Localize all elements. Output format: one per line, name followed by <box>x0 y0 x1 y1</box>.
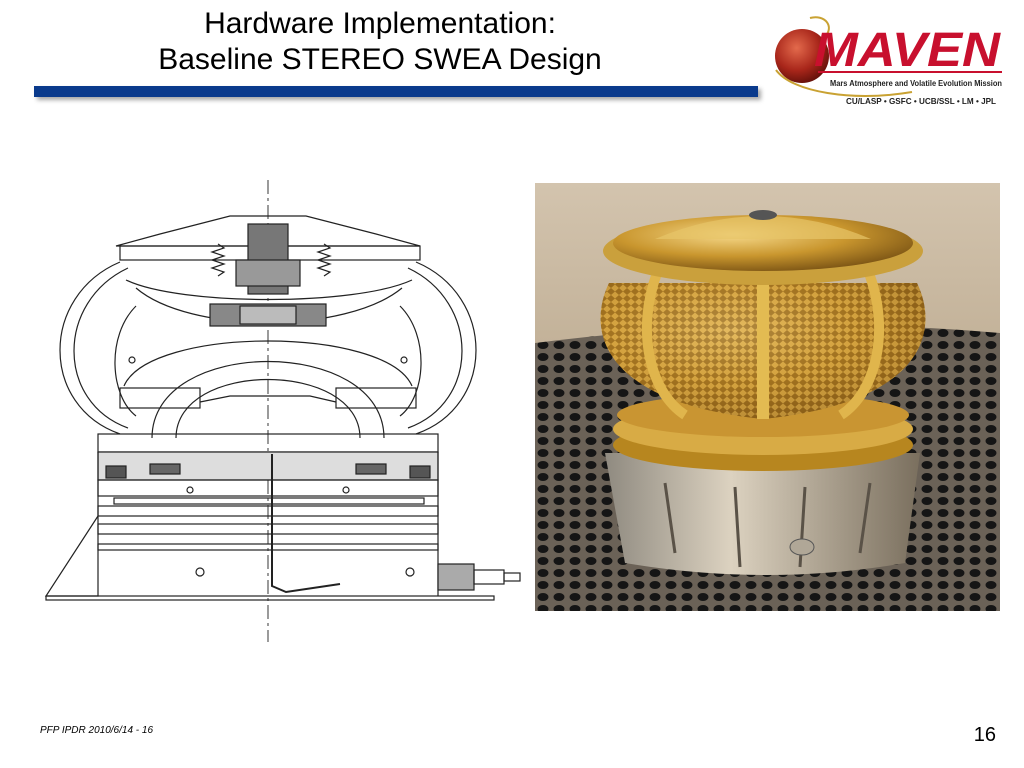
logo-subtitle: Mars Atmosphere and Volatile Evolution M… <box>830 78 1002 88</box>
maven-logo: MAVEN Mars Atmosphere and Volatile Evolu… <box>775 16 1002 106</box>
page-number: 16 <box>973 724 996 746</box>
logo-wordmark: MAVEN <box>814 24 1001 77</box>
logo-partners: CU/LASP • GSFC • UCB/SSL • LM • JPL <box>846 96 996 106</box>
instrument-photo <box>535 183 1000 611</box>
slide-title-line-1: Hardware Implementation: <box>204 7 556 40</box>
cross-section-drawing <box>44 180 521 642</box>
slide-title-line-2: Baseline STEREO SWEA Design <box>158 43 602 76</box>
slide-title: Hardware Implementation: Baseline STEREO… <box>40 6 720 78</box>
title-underline-bar <box>34 86 758 97</box>
footer-text: PFP IPDR 2010/6/14 - 16 <box>40 725 154 736</box>
